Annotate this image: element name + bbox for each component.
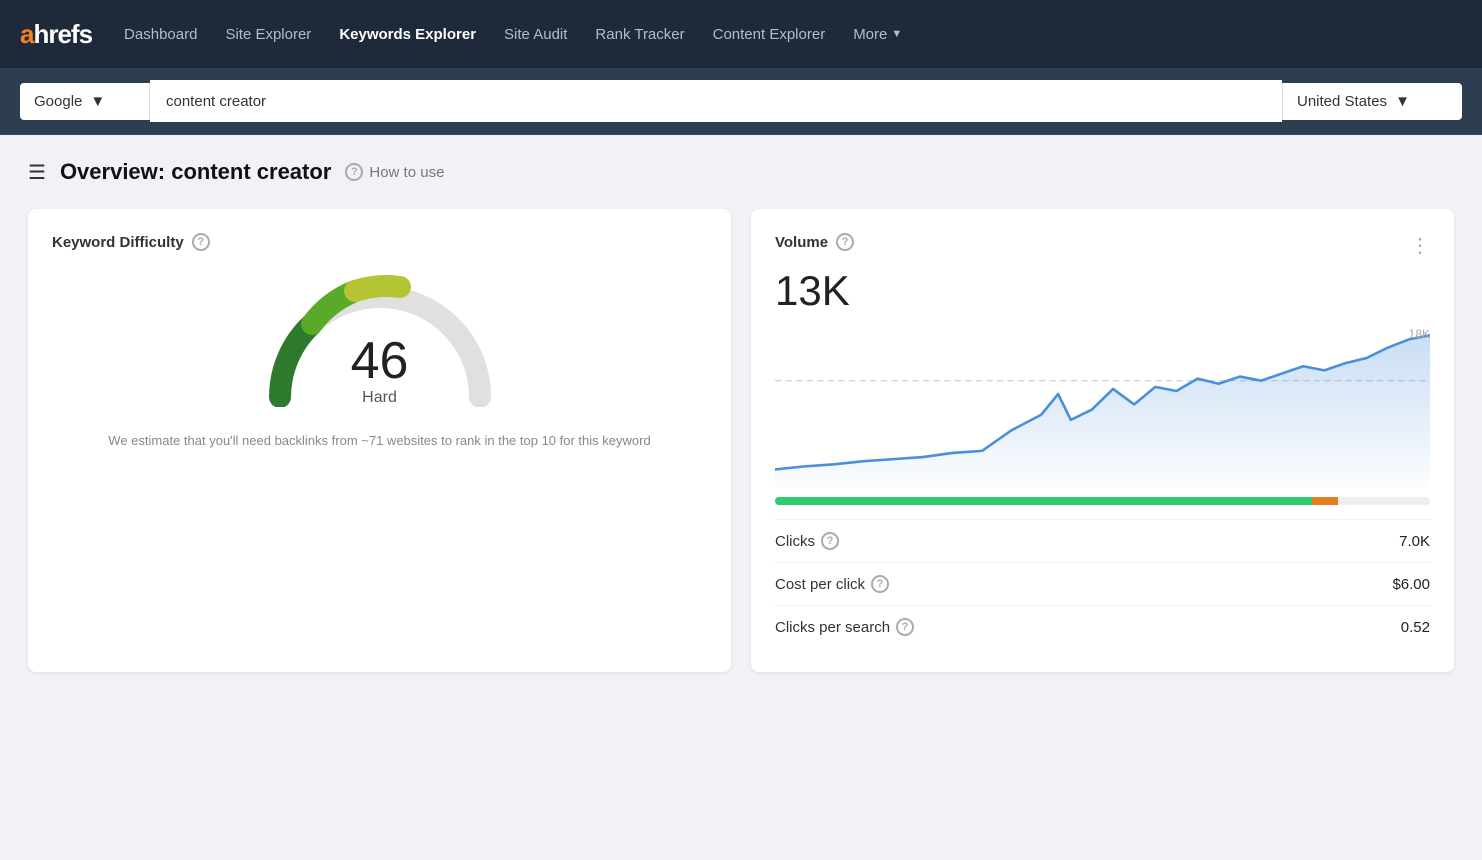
kd-description: We estimate that you'll need backlinks f…: [52, 431, 707, 452]
search-input[interactable]: [150, 80, 1282, 122]
cpc-help-icon[interactable]: ?: [871, 575, 889, 593]
country-chevron-icon: ▼: [1395, 93, 1410, 110]
volume-chart-svg: [775, 327, 1430, 487]
volume-title-area: Volume ? 13K: [775, 233, 854, 319]
progress-orange: [1312, 497, 1338, 505]
cps-label: Clicks per search: [775, 619, 890, 636]
metric-cps: Clicks per search ? 0.52: [775, 605, 1430, 648]
kd-gauge-container: 46 Hard: [52, 267, 707, 407]
volume-help-icon[interactable]: ?: [836, 233, 854, 251]
volume-value: 13K: [775, 267, 854, 315]
hamburger-icon[interactable]: ☰: [28, 160, 46, 185]
nav-more-label: More: [853, 26, 887, 43]
nav-site-explorer[interactable]: Site Explorer: [213, 18, 323, 51]
kd-help-icon[interactable]: ?: [192, 233, 210, 251]
engine-chevron-icon: ▼: [90, 93, 105, 110]
nav-rank-tracker[interactable]: Rank Tracker: [583, 18, 696, 51]
metric-clicks: Clicks ? 7.0K: [775, 519, 1430, 562]
volume-chart: 18K: [775, 327, 1430, 487]
page-content: ☰ Overview: content creator ? How to use…: [0, 135, 1482, 696]
progress-green: [775, 497, 1312, 505]
country-select[interactable]: United States ▼: [1282, 83, 1462, 120]
how-to-use-label: How to use: [369, 164, 444, 181]
volume-card-title: Volume ?: [775, 233, 854, 251]
volume-menu-icon[interactable]: ⋮: [1410, 233, 1430, 258]
country-label: United States: [1297, 93, 1387, 110]
clicks-value: 7.0K: [1399, 533, 1430, 550]
engine-label: Google: [34, 93, 82, 110]
kd-gauge: 46 Hard: [260, 267, 500, 407]
page-header: ☰ Overview: content creator ? How to use: [28, 159, 1454, 185]
nav-site-audit[interactable]: Site Audit: [492, 18, 579, 51]
kd-card: Keyword Difficulty ? 4: [28, 209, 731, 672]
logo-rest: hrefs: [33, 19, 92, 49]
nav-keywords-explorer[interactable]: Keywords Explorer: [327, 18, 488, 51]
kd-card-title: Keyword Difficulty ?: [52, 233, 707, 251]
nav-dashboard[interactable]: Dashboard: [112, 18, 209, 51]
nav-more[interactable]: More ▼: [841, 18, 914, 51]
how-to-use-link[interactable]: ? How to use: [345, 163, 444, 181]
volume-header: Volume ? 13K ⋮: [775, 233, 1430, 319]
clicks-progress-bar: [775, 497, 1430, 505]
logo[interactable]: ahrefs: [20, 19, 92, 50]
cps-value: 0.52: [1401, 619, 1430, 636]
chevron-down-icon: ▼: [891, 28, 902, 40]
cpc-value: $6.00: [1392, 576, 1430, 593]
page-title: Overview: content creator: [60, 159, 331, 185]
clicks-label: Clicks: [775, 533, 815, 550]
cards-row: Keyword Difficulty ? 4: [28, 209, 1454, 672]
clicks-help-icon[interactable]: ?: [821, 532, 839, 550]
kd-label: Hard: [362, 389, 397, 407]
chart-max-label: 18K: [1409, 327, 1430, 341]
search-bar: Google ▼ United States ▼: [0, 68, 1482, 135]
nav-content-explorer[interactable]: Content Explorer: [701, 18, 838, 51]
question-icon: ?: [345, 163, 363, 181]
metric-cpc: Cost per click ? $6.00: [775, 562, 1430, 605]
cps-help-icon[interactable]: ?: [896, 618, 914, 636]
progress-gray: [1338, 497, 1430, 505]
navbar: ahrefs Dashboard Site Explorer Keywords …: [0, 0, 1482, 68]
volume-card: Volume ? 13K ⋮ 18K: [751, 209, 1454, 672]
engine-select[interactable]: Google ▼: [20, 83, 150, 120]
logo-a: a: [20, 19, 33, 49]
cpc-label: Cost per click: [775, 576, 865, 593]
kd-value: 46: [351, 335, 409, 387]
